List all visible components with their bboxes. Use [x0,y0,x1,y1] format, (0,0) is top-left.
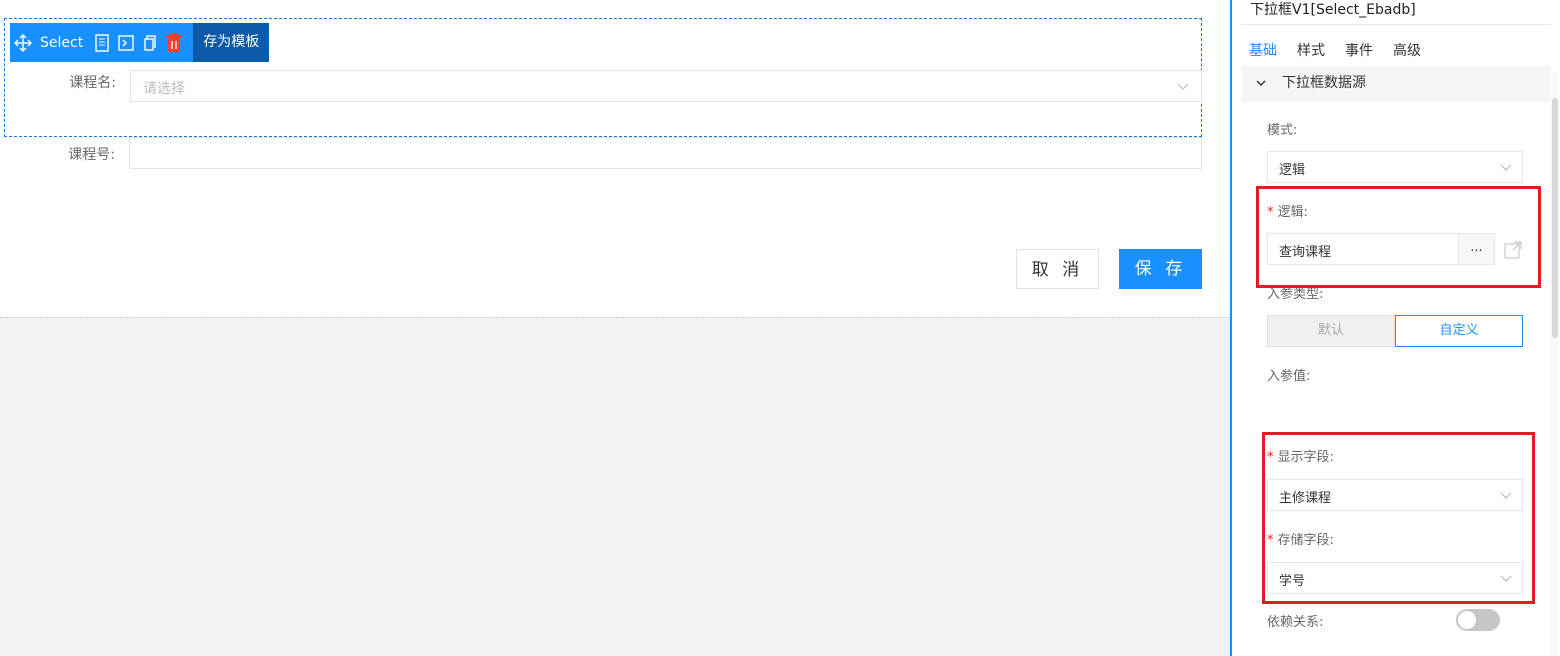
panel-title: 下拉框V1[Select_Ebadb] [1250,2,1416,18]
highlight-box-logic [1256,186,1541,288]
chevron-down-icon [1256,80,1266,86]
chevron-down-icon [1177,83,1189,90]
property-panel: 下拉框V1[Select_Ebadb] 基础 样式 事件 高级 下拉框数据源 模… [1232,0,1560,656]
tab-basic[interactable]: 基础 [1249,40,1277,60]
param-type-segment: 默认 自定义 [1267,315,1523,347]
course-name-label: 课程名: [69,75,116,91]
form-area: Select 存为模板 课程名: 请选择 课程号: 取 消 保 存 [0,0,1230,317]
mode-select[interactable]: 逻辑 [1267,151,1523,183]
save-button[interactable]: 保 存 [1119,249,1202,289]
param-type-custom-option[interactable]: 自定义 [1395,315,1523,347]
section-datasource-header[interactable]: 下拉框数据源 [1242,66,1550,102]
save-as-template-button[interactable]: 存为模板 [193,23,270,62]
dependency-toggle[interactable] [1456,609,1500,631]
document-icon[interactable] [91,32,113,54]
section-title: 下拉框数据源 [1282,75,1366,91]
course-name-placeholder: 请选择 [143,81,185,97]
cancel-button[interactable]: 取 消 [1016,249,1099,289]
canvas-separator [0,317,1230,318]
component-toolbar-main: Select [10,23,194,62]
course-name-select[interactable]: 请选择 [130,70,1202,102]
panel-title-divider [1241,24,1551,25]
scrollbar-thumb[interactable] [1552,98,1558,338]
component-type-label: Select [40,34,84,51]
dependency-label: 依赖关系: [1267,615,1324,630]
tab-style[interactable]: 样式 [1297,40,1325,60]
trash-icon[interactable] [163,32,185,54]
copy-icon[interactable] [139,32,161,54]
toggle-knob [1458,611,1476,629]
chevron-down-icon [1500,164,1512,171]
terminal-icon[interactable] [115,32,137,54]
tab-events[interactable]: 事件 [1345,40,1373,60]
param-type-default-option[interactable]: 默认 [1267,315,1395,347]
move-arrows-icon[interactable] [12,32,34,54]
course-no-label: 课程号: [68,147,115,163]
course-no-input[interactable] [129,137,1202,169]
mode-label: 模式: [1267,123,1298,138]
component-toolbar: Select 存为模板 [10,23,270,62]
design-canvas: Select 存为模板 课程名: 请选择 课程号: 取 消 保 存 [0,0,1230,656]
mode-value: 逻辑 [1279,163,1306,178]
highlight-box-fields [1262,432,1535,604]
tab-advanced[interactable]: 高级 [1393,40,1421,60]
param-value-label: 入参值: [1267,369,1311,384]
